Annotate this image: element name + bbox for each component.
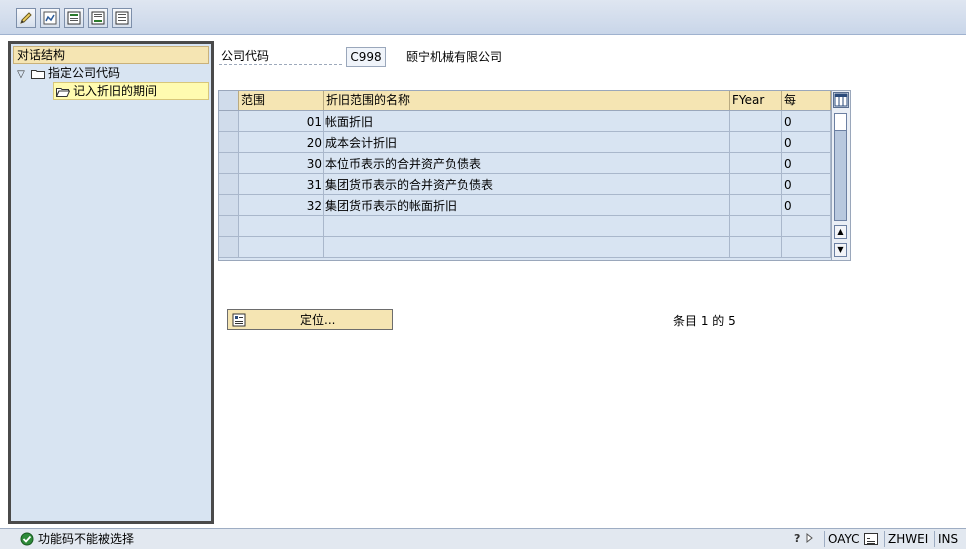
open-folder-icon [56,87,70,97]
table-scrollbar[interactable]: ▲ ▼ [831,91,850,260]
cell-each[interactable] [782,237,831,257]
cell-each[interactable]: 0 [782,174,831,194]
position-button-label: 定位... [300,313,336,327]
position-icon [232,313,246,327]
scrollbar-thumb[interactable] [834,113,847,131]
scroll-down-icon[interactable]: ▼ [834,243,847,257]
tree-node-label: 记入折旧的期间 [73,84,158,98]
cell-fyear[interactable] [730,111,782,131]
table-row[interactable] [219,237,831,258]
cell-area-name: 成本会计折旧 [324,132,730,152]
column-header-fyear[interactable]: FYear [730,91,782,110]
column-header-area-name[interactable]: 折旧范围的名称 [324,91,730,110]
cell-area-name: 本位币表示的合并资产负债表 [324,153,730,173]
cell-range [239,237,324,257]
cell-range: 20 [239,132,324,152]
cell-area-name: 集团货币表示的合并资产负债表 [324,174,730,194]
cell-each[interactable]: 0 [782,132,831,152]
cell-fyear[interactable] [730,195,782,215]
success-check-icon [20,532,34,546]
cell-area-name: 集团货币表示的帐面折旧 [324,195,730,215]
row-selector[interactable] [219,237,239,257]
scroll-up-icon[interactable]: ▲ [834,225,847,239]
row-selector[interactable] [219,216,239,236]
cell-range: 32 [239,195,324,215]
row-selector[interactable] [219,153,239,173]
status-bar: 功能码不能被选择 ? OAYC ZHWEI INS [0,528,966,549]
tree-expand-icon[interactable]: ▽ [15,66,27,83]
cell-area-name [324,237,730,257]
cell-range: 01 [239,111,324,131]
entry-count: 条目 1 的 5 [673,314,736,328]
user-name: ZHWEI [884,531,932,547]
display-change-icon[interactable] [40,8,60,28]
cell-each[interactable]: 0 [782,153,831,173]
dialog-structure-header: 对话结构 [13,46,209,64]
column-header-each[interactable]: 每 [782,91,831,110]
cell-fyear[interactable] [730,216,782,236]
edit-icon[interactable] [16,8,36,28]
tree-node-label: 指定公司代码 [48,66,121,80]
svg-text:?: ? [794,532,800,545]
row-selector[interactable] [219,174,239,194]
company-code-field: C998 [346,47,386,67]
help-icon[interactable]: ? [790,531,820,547]
cell-fyear[interactable] [730,132,782,152]
next-entry-icon[interactable] [88,8,108,28]
company-name: 颐宁机械有限公司 [406,50,503,64]
cell-each[interactable]: 0 [782,195,831,215]
company-code-label: 公司代码 [219,48,342,65]
cell-area-name: 帐面折旧 [324,111,730,131]
cell-range [239,216,324,236]
prev-entry-icon[interactable] [64,8,84,28]
table-row[interactable]: 01 帐面折旧 0 [219,111,831,132]
cell-each[interactable]: 0 [782,111,831,131]
system-info-icon[interactable] [864,533,878,545]
table-row[interactable]: 32 集团货币表示的帐面折旧 0 [219,195,831,216]
row-selector[interactable] [219,111,239,131]
status-message: 功能码不能被选择 [38,532,135,546]
cell-fyear[interactable] [730,174,782,194]
application-toolbar [0,0,966,35]
other-entry-icon[interactable] [112,8,132,28]
table-row[interactable]: 20 成本会计折旧 0 [219,132,831,153]
tree-node-company-code[interactable]: ▽ 指定公司代码 [15,65,120,82]
table-row[interactable] [219,216,831,237]
position-button[interactable]: 定位... [227,309,393,330]
table-row[interactable]: 31 集团货币表示的合并资产负债表 0 [219,174,831,195]
row-selector[interactable] [219,195,239,215]
cell-fyear[interactable] [730,237,782,257]
table-header: 范围 折旧范围的名称 FYear 每 [219,91,831,111]
table-settings-icon[interactable] [833,92,849,108]
folder-icon [31,69,45,79]
cell-area-name [324,216,730,236]
row-selector[interactable] [219,132,239,152]
depreciation-area-table: 范围 折旧范围的名称 FYear 每 01 帐面折旧 0 20 成本会计折旧 0… [218,90,851,261]
table-row[interactable]: 30 本位币表示的合并资产负债表 0 [219,153,831,174]
select-all-cell[interactable] [219,91,239,110]
cell-fyear[interactable] [730,153,782,173]
cell-each[interactable] [782,216,831,236]
cell-range: 30 [239,153,324,173]
insert-mode[interactable]: INS [934,531,966,547]
cell-range: 31 [239,174,324,194]
column-header-range[interactable]: 范围 [239,91,324,110]
tree-node-depreciation-period[interactable]: 记入折旧的期间 [53,82,209,100]
dialog-structure-panel: 对话结构 ▽ 指定公司代码 记入折旧的期间 [8,41,214,524]
